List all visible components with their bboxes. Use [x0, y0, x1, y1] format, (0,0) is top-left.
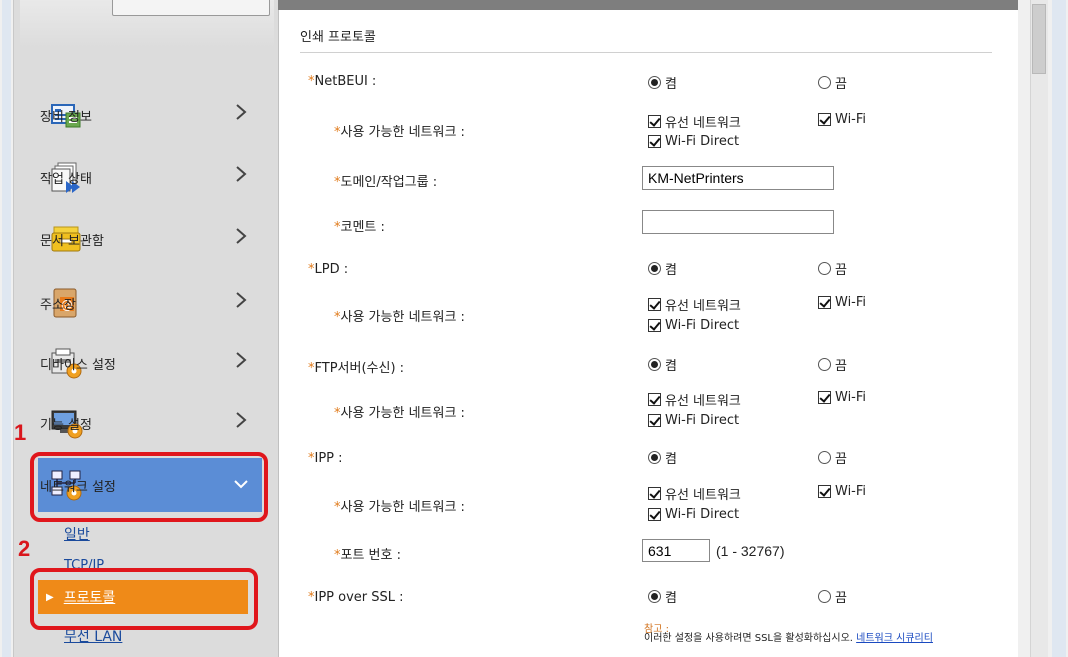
- sidebar-top-button[interactable]: [112, 0, 270, 16]
- step-number-1: 1: [14, 420, 27, 445]
- chevron-right-icon: [236, 104, 247, 120]
- callout-box-2: [30, 568, 258, 630]
- sidebar-item-label: 디바이스 설정: [40, 357, 116, 373]
- radio-empty-icon: [818, 76, 831, 89]
- ftp-on-radio[interactable]: 켬: [648, 355, 677, 374]
- checkbox-checked-icon: [818, 296, 831, 309]
- callout-box-1: [30, 452, 268, 522]
- lpd-off-radio[interactable]: 끔: [818, 259, 847, 278]
- section-title: 인쇄 프로토콜: [300, 30, 376, 45]
- checkbox-checked-icon: [648, 135, 661, 148]
- netbeui-network-label: *사용 가능한 네트워크 :: [334, 125, 465, 140]
- ipp-on-radio[interactable]: 켬: [648, 448, 677, 467]
- radio-selected-icon: [648, 76, 661, 89]
- radio-empty-icon: [818, 590, 831, 603]
- window-right-border: [1052, 0, 1066, 657]
- note-text: 이러한 설정을 사용하려면 SSL을 활성화하십시오. 네트워크 시큐리티: [644, 633, 933, 644]
- network-security-link[interactable]: 네트워크 시큐리티: [856, 633, 933, 644]
- lpd-wifi-checkbox[interactable]: Wi-Fi: [818, 295, 866, 310]
- sidebar-item-label: 주소장: [40, 297, 76, 313]
- radio-selected-icon: [648, 451, 661, 464]
- checkbox-checked-icon: [818, 485, 831, 498]
- checkbox-checked-icon: [648, 508, 661, 521]
- ipp-network-label: *사용 가능한 네트워크 :: [334, 500, 465, 515]
- window-left-border: [2, 0, 11, 657]
- domain-label: *도메인/작업그룹 :: [334, 175, 438, 190]
- sidebar-item-document-box[interactable]: 문서 보관함: [38, 212, 262, 266]
- ftp-wired-checkbox[interactable]: 유선 네트워크: [648, 390, 741, 409]
- lpd-wifi-direct-checkbox[interactable]: Wi-Fi Direct: [648, 318, 739, 333]
- netbeui-wired-checkbox[interactable]: 유선 네트워크: [648, 112, 741, 131]
- lpd-label: *LPD :: [308, 262, 349, 277]
- step-number-2: 2: [18, 536, 31, 561]
- checkbox-checked-icon: [648, 414, 661, 427]
- ipp-ssl-on-radio[interactable]: 켬: [648, 587, 677, 606]
- radio-selected-icon: [648, 358, 661, 371]
- ftp-wifi-direct-checkbox[interactable]: Wi-Fi Direct: [648, 413, 739, 428]
- ipp-wifi-checkbox[interactable]: Wi-Fi: [818, 484, 866, 499]
- ipp-off-radio[interactable]: 끔: [818, 448, 847, 467]
- port-range-text: (1 - 32767): [716, 543, 785, 559]
- chevron-right-icon: [236, 166, 247, 182]
- sidebar-item-address-book[interactable]: @ 주소장: [38, 276, 262, 330]
- sidebar-item-label: 기능 설정: [40, 417, 92, 433]
- sidebar-item-device-settings[interactable]: 디바이스 설정: [38, 336, 262, 390]
- netbeui-on-radio[interactable]: 켬: [648, 73, 677, 92]
- ftp-network-label: *사용 가능한 네트워크 :: [334, 406, 465, 421]
- ftp-off-radio[interactable]: 끔: [818, 355, 847, 374]
- comment-input[interactable]: [642, 210, 834, 234]
- sidebar-item-job-status[interactable]: 작업 상태: [38, 150, 262, 204]
- port-input[interactable]: [642, 539, 710, 562]
- chevron-right-icon: [236, 228, 247, 244]
- sidebar-top-area: [20, 0, 274, 48]
- ipp-ssl-label: *IPP over SSL :: [308, 590, 404, 605]
- ftp-wifi-checkbox[interactable]: Wi-Fi: [818, 390, 866, 405]
- chevron-right-icon: [236, 292, 247, 308]
- ipp-label: *IPP :: [308, 451, 343, 466]
- ipp-ssl-off-radio[interactable]: 끔: [818, 587, 847, 606]
- ftp-label: *FTP서버(수신) :: [308, 361, 405, 376]
- lpd-wired-checkbox[interactable]: 유선 네트워크: [648, 295, 741, 314]
- vertical-scrollbar[interactable]: [1030, 0, 1048, 657]
- sidebar-item-function-settings[interactable]: 기능 설정: [38, 396, 262, 450]
- checkbox-checked-icon: [648, 115, 661, 128]
- netbeui-label: *NetBEUI :: [308, 74, 377, 89]
- port-label: *포트 번호 :: [334, 548, 401, 563]
- ipp-wired-checkbox[interactable]: 유선 네트워크: [648, 484, 741, 503]
- checkbox-checked-icon: [648, 487, 661, 500]
- lpd-network-label: *사용 가능한 네트워크 :: [334, 310, 465, 325]
- chevron-right-icon: [236, 352, 247, 368]
- checkbox-checked-icon: [648, 298, 661, 311]
- checkbox-checked-icon: [818, 113, 831, 126]
- chevron-right-icon: [236, 412, 247, 428]
- netbeui-wifi-checkbox[interactable]: Wi-Fi: [818, 112, 866, 127]
- radio-empty-icon: [818, 451, 831, 464]
- radio-selected-icon: [648, 262, 661, 275]
- comment-label: *코멘트 :: [334, 220, 385, 235]
- section-divider: [300, 52, 992, 53]
- main-top-bar: [278, 0, 1018, 10]
- netbeui-wifi-direct-checkbox[interactable]: Wi-Fi Direct: [648, 134, 739, 149]
- radio-selected-icon: [648, 590, 661, 603]
- sidebar-subitem-general[interactable]: 일반: [64, 524, 90, 544]
- domain-input[interactable]: [642, 166, 834, 190]
- sidebar-item-label: 장비 정보: [40, 109, 92, 125]
- sidebar-item-label: 작업 상태: [40, 171, 92, 187]
- checkbox-checked-icon: [818, 391, 831, 404]
- ipp-wifi-direct-checkbox[interactable]: Wi-Fi Direct: [648, 507, 739, 522]
- netbeui-off-radio[interactable]: 끔: [818, 73, 847, 92]
- checkbox-checked-icon: [648, 319, 661, 332]
- radio-empty-icon: [818, 262, 831, 275]
- lpd-on-radio[interactable]: 켬: [648, 259, 677, 278]
- sidebar-item-label: 문서 보관함: [40, 233, 104, 249]
- sidebar-item-device-info[interactable]: 장비 정보: [38, 88, 262, 142]
- checkbox-checked-icon: [648, 393, 661, 406]
- scrollbar-thumb[interactable]: [1032, 4, 1046, 74]
- radio-empty-icon: [818, 358, 831, 371]
